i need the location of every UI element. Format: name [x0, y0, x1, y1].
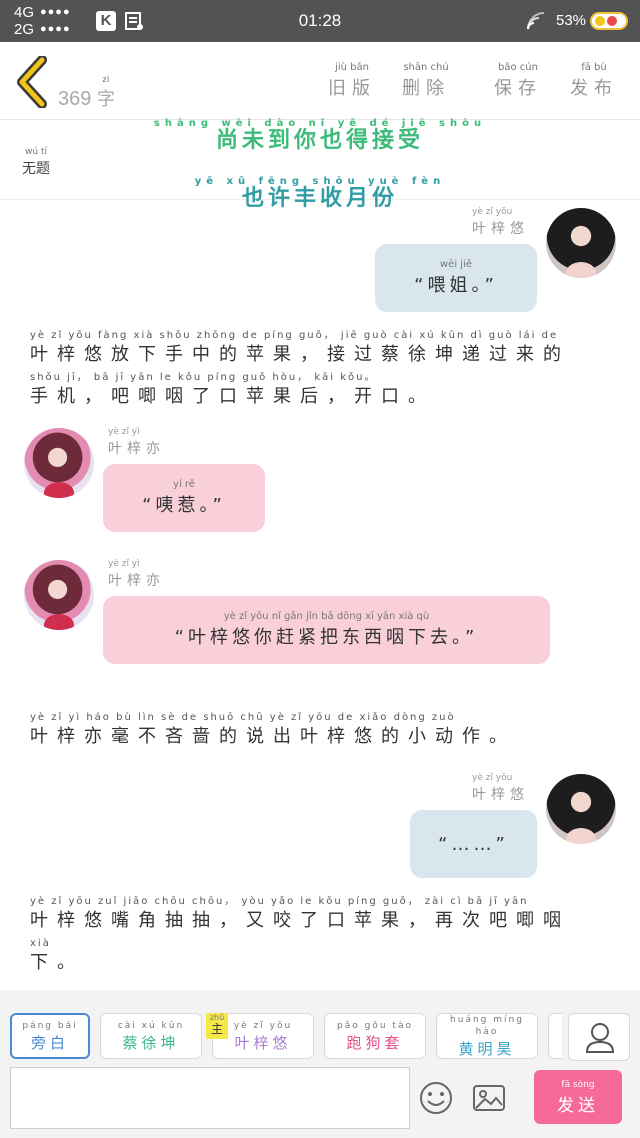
delete-button[interactable]: shān chú 删除: [402, 62, 450, 100]
character-chip-narrator[interactable]: páng bái 旁白: [10, 1013, 90, 1059]
speaker-name: yè zǐ yōu 叶梓悠: [472, 207, 529, 237]
wifi-icon: [527, 12, 545, 30]
narration-block[interactable]: yè zǐ yōu fàng xià shǒu zhōng de píng gu…: [30, 330, 615, 410]
character-chip-partial[interactable]: [548, 1013, 562, 1059]
speaker-name: yè zǐ yōu 叶梓悠: [472, 773, 529, 803]
back-arrow-icon[interactable]: [16, 56, 50, 108]
editor-header: 369 zì 字 jiù bǎn 旧版 shān chú 删除 bǎo cún 保存 …: [0, 42, 640, 120]
save-button[interactable]: bǎo cún 保存: [494, 62, 542, 100]
message-bubble[interactable]: yè zǐ yōu nǐ gǎn jǐn bǎ dōng xī yān xià …: [103, 596, 550, 664]
send-button[interactable]: fā sòng 发送: [534, 1070, 622, 1124]
main-character-tag: zhǔ 主: [206, 1013, 228, 1039]
word-count: 369 zì 字: [58, 73, 115, 111]
old-version-button[interactable]: jiù bǎn 旧版: [328, 62, 376, 100]
battery-percent: 53%: [556, 12, 587, 29]
banner-line-2: yě xǔ fēng shōu yuè fèn 也许丰收月份: [194, 176, 446, 211]
character-chip-huang-minghao[interactable]: huáng míng hào 黄明昊: [436, 1013, 538, 1059]
word-count-value: 369: [58, 88, 92, 110]
emoji-icon[interactable]: [418, 1080, 454, 1116]
speaker-name: yè zǐ yì 叶梓亦: [108, 559, 165, 589]
banner-line-1: shàng wèi dào nǐ yě dé jiē shòu 尚未到你也得接受: [153, 118, 487, 153]
word-count-unit: zì 字: [96, 74, 115, 109]
character-chip-cai-xukun[interactable]: cài xú kūn 蔡徐坤: [100, 1013, 202, 1059]
image-icon[interactable]: [471, 1080, 507, 1116]
character-chip-paogoutao[interactable]: pǎo gǒu tào 跑狗套: [324, 1013, 426, 1059]
message-bubble[interactable]: yí rě “咦惹。”: [103, 464, 265, 532]
avatar-ye-ziyou[interactable]: [546, 774, 616, 844]
publish-button[interactable]: fā bù 发布: [570, 62, 618, 100]
narration-block[interactable]: yè zǐ yōu zuǐ jiǎo chōu chōu， yòu yǎo le…: [30, 896, 615, 976]
status-bar: 4G ●●●● 2G ●●●● K 01:28 53%: [0, 0, 640, 42]
add-character-button[interactable]: [568, 1013, 630, 1061]
avatar-ye-ziyi[interactable]: [24, 560, 94, 630]
message-input[interactable]: [10, 1067, 410, 1129]
avatar-ye-ziyou[interactable]: [546, 208, 616, 278]
message-bubble[interactable]: “……”: [410, 810, 537, 878]
avatar-ye-ziyi[interactable]: [24, 428, 94, 498]
message-bubble[interactable]: wèi jiě “喂姐。”: [375, 244, 537, 312]
narration-block[interactable]: yè zǐ yì háo bù lìn sè de shuō chū yè zǐ…: [30, 712, 615, 750]
battery-icon: [590, 12, 628, 30]
user-icon: [585, 1023, 615, 1053]
speaker-name: yè zǐ yì 叶梓亦: [108, 427, 165, 457]
